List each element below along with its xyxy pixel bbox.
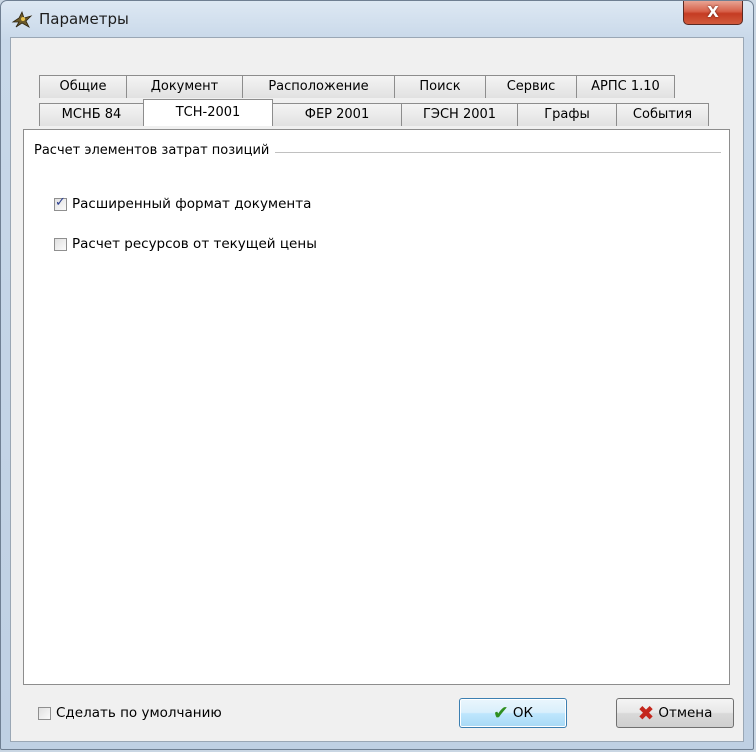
- ok-button[interactable]: ✔ ОК: [459, 698, 567, 728]
- tab-service[interactable]: Сервис: [485, 75, 577, 98]
- tab-gesn[interactable]: ГЭСН 2001: [401, 103, 518, 126]
- tab-columns[interactable]: Графы: [517, 103, 617, 126]
- tab-events[interactable]: События: [616, 103, 709, 126]
- option-label: Расширенный формат документа: [72, 196, 312, 212]
- tab-panel: Расчет элементов затрат позиций Расширен…: [23, 129, 730, 685]
- option-extended-format[interactable]: Расширенный формат документа: [54, 195, 311, 213]
- checkbox-checked-icon[interactable]: [54, 195, 67, 211]
- make-default-option[interactable]: Сделать по умолчанию: [38, 705, 222, 721]
- cancel-label: Отмена: [658, 705, 713, 721]
- make-default-label: Сделать по умолчанию: [56, 705, 222, 721]
- tab-fer[interactable]: ФЕР 2001: [272, 103, 402, 126]
- option-resources-current-price[interactable]: Расчет ресурсов от текущей цены: [54, 235, 317, 253]
- cancel-button[interactable]: ✖ Отмена: [616, 698, 734, 728]
- tab-tsn[interactable]: ТСН-2001: [143, 99, 273, 126]
- tab-general[interactable]: Общие: [39, 75, 127, 98]
- tab-document[interactable]: Документ: [126, 75, 243, 98]
- group-title: Расчет элементов затрат позиций: [34, 143, 276, 158]
- dialog-window: Параметры X Общие Документ Расположение …: [0, 0, 754, 750]
- cross-icon: ✖: [637, 701, 655, 725]
- ok-label: ОК: [512, 705, 534, 721]
- bird-icon: [11, 10, 33, 29]
- tab-row-2: МСНБ 84 ТСН-2001 ФЕР 2001 ГЭСН 2001 Граф…: [39, 99, 709, 126]
- checkbox-unchecked-icon[interactable]: [38, 706, 51, 720]
- close-icon: X: [707, 3, 719, 21]
- tab-search[interactable]: Поиск: [394, 75, 486, 98]
- tab-row-1: Общие Документ Расположение Поиск Сервис…: [39, 75, 675, 98]
- dialog-client-area: Общие Документ Расположение Поиск Сервис…: [10, 37, 744, 742]
- checkbox-unchecked-icon[interactable]: [54, 237, 67, 251]
- tab-layout[interactable]: Расположение: [242, 75, 395, 98]
- tab-msnb[interactable]: МСНБ 84: [39, 103, 144, 126]
- window-title: Параметры: [39, 10, 129, 28]
- checkmark-icon: ✔: [492, 702, 509, 724]
- tab-arps[interactable]: АРПС 1.10: [576, 75, 675, 98]
- close-button[interactable]: X: [683, 1, 743, 25]
- title-bar[interactable]: Параметры X: [1, 1, 753, 37]
- option-label: Расчет ресурсов от текущей цены: [72, 236, 317, 252]
